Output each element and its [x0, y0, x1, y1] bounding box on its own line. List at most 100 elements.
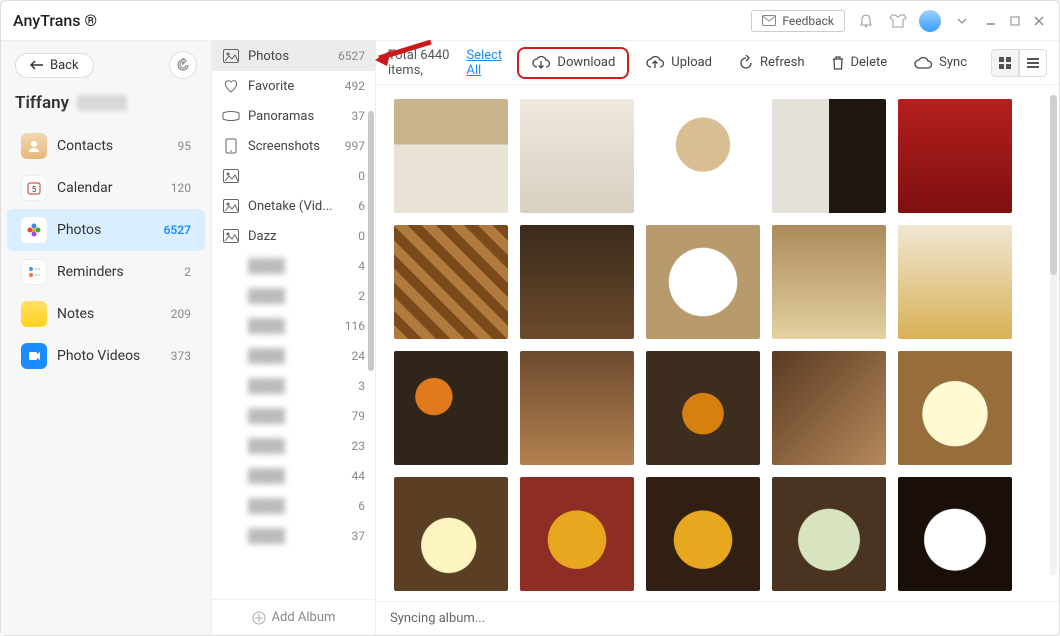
album-item[interactable]: ████6	[212, 491, 375, 521]
plus-circle-icon	[252, 611, 266, 625]
account-name: Tiffany	[15, 93, 69, 113]
back-button[interactable]: Back	[15, 53, 94, 78]
album-count: 116	[345, 319, 365, 333]
download-button[interactable]: Download	[517, 47, 629, 79]
album-name: ████	[248, 288, 350, 304]
photo-thumbnail[interactable]	[646, 477, 760, 591]
titlebar-right: Feedback	[751, 10, 1047, 32]
maximize-button[interactable]	[1007, 13, 1023, 29]
photo-thumbnail[interactable]	[646, 351, 760, 465]
album-item[interactable]: Favorite492	[212, 71, 375, 101]
album-item[interactable]: Dazz0	[212, 221, 375, 251]
toolbar: Total 6440 items, Select All Download Up…	[376, 41, 1059, 85]
grid-view-button[interactable]	[991, 49, 1019, 77]
photo-thumbnail[interactable]	[898, 351, 1012, 465]
album-count: 37	[352, 109, 366, 123]
cloud-upload-icon	[645, 55, 665, 71]
photo-thumbnail[interactable]	[394, 351, 508, 465]
skin-icon[interactable]	[887, 10, 909, 32]
photo-thumbnail[interactable]	[646, 225, 760, 339]
album-item[interactable]: ████79	[212, 401, 375, 431]
app-window: AnyTrans ® Feedback	[0, 0, 1060, 636]
album-name: ████	[248, 498, 350, 514]
album-item[interactable]: Onetake (Vid...6	[212, 191, 375, 221]
sync-label: Sync	[939, 55, 967, 70]
photo-thumbnail[interactable]	[898, 99, 1012, 213]
album-item[interactable]: Photos6527	[212, 41, 375, 71]
photo-thumbnail[interactable]	[646, 99, 760, 213]
minimize-button[interactable]	[983, 13, 999, 29]
album-item[interactable]: ████4	[212, 251, 375, 281]
album-item[interactable]: Panoramas37	[212, 101, 375, 131]
photos-icon	[21, 217, 47, 243]
trash-icon	[831, 55, 845, 71]
photo-thumbnail[interactable]	[772, 351, 886, 465]
category-contacts[interactable]: Contacts 95	[7, 125, 205, 167]
photo-thumbnail[interactable]	[520, 225, 634, 339]
album-count: 23	[352, 439, 366, 453]
image-icon	[222, 47, 240, 65]
category-photo-videos[interactable]: Photo Videos 373	[7, 335, 205, 377]
notes-icon	[21, 301, 47, 327]
photo-thumbnail[interactable]	[520, 351, 634, 465]
grid-scrollbar[interactable]	[1050, 95, 1057, 575]
album-name: ████	[248, 468, 344, 484]
album-name: ████	[248, 408, 344, 424]
photo-thumbnail[interactable]	[772, 99, 886, 213]
album-item[interactable]: ████116	[212, 311, 375, 341]
category-label: Photos	[57, 222, 101, 238]
album-item[interactable]: Screenshots997	[212, 131, 375, 161]
feedback-button[interactable]: Feedback	[751, 10, 845, 32]
album-item[interactable]: ████44	[212, 461, 375, 491]
add-album-label: Add Album	[272, 610, 336, 625]
album-count: 0	[358, 229, 365, 243]
select-all-link[interactable]: Select All	[466, 48, 505, 78]
refresh-circle-button[interactable]	[169, 51, 197, 79]
album-item[interactable]: ████3	[212, 371, 375, 401]
album-count: 997	[345, 139, 365, 153]
photo-thumbnail[interactable]	[772, 225, 886, 339]
delete-label: Delete	[851, 55, 888, 70]
close-button[interactable]	[1031, 13, 1047, 29]
photo-grid-wrap[interactable]	[376, 85, 1059, 601]
cloud-sync-icon	[913, 56, 933, 70]
category-photos[interactable]: Photos 6527	[7, 209, 205, 251]
album-count: 2	[358, 289, 365, 303]
album-name: ████	[248, 348, 344, 364]
reminders-icon	[21, 259, 47, 285]
user-avatar[interactable]	[919, 10, 941, 32]
album-item[interactable]: ████24	[212, 341, 375, 371]
album-item[interactable]: 0	[212, 161, 375, 191]
photo-thumbnail[interactable]	[898, 225, 1012, 339]
total-items-text: Total 6440 items,	[388, 48, 460, 78]
delete-button[interactable]: Delete	[821, 51, 898, 75]
photo-thumbnail[interactable]	[520, 99, 634, 213]
notification-icon[interactable]	[855, 10, 877, 32]
album-scrollbar[interactable]	[368, 111, 374, 371]
album-item[interactable]: ████ 2	[212, 281, 375, 311]
photo-thumbnail[interactable]	[394, 99, 508, 213]
status-bar: Syncing album...	[376, 601, 1059, 635]
album-item[interactable]: ████23	[212, 431, 375, 461]
add-album-button[interactable]: Add Album	[212, 599, 375, 635]
photo-thumbnail[interactable]	[394, 477, 508, 591]
album-item[interactable]: ████37	[212, 521, 375, 551]
photo-thumbnail[interactable]	[520, 477, 634, 591]
category-reminders[interactable]: Reminders 2	[7, 251, 205, 293]
upload-button[interactable]: Upload	[635, 51, 722, 75]
refresh-button[interactable]: Refresh	[728, 51, 814, 75]
envelope-icon	[762, 15, 776, 26]
photo-videos-icon	[21, 343, 47, 369]
photo-thumbnail[interactable]	[394, 225, 508, 339]
photo-thumbnail[interactable]	[772, 477, 886, 591]
category-notes[interactable]: Notes 209	[7, 293, 205, 335]
dropdown-icon[interactable]	[951, 10, 973, 32]
sync-button[interactable]: Sync	[903, 51, 977, 74]
category-calendar[interactable]: 5 Calendar 120	[7, 167, 205, 209]
photo-thumbnail[interactable]	[898, 477, 1012, 591]
album-list[interactable]: Photos6527Favorite492Panoramas37Screensh…	[212, 41, 375, 599]
album-name: ████	[248, 258, 350, 274]
list-view-button[interactable]	[1019, 49, 1047, 77]
back-label: Back	[50, 58, 79, 73]
arrow-left-icon	[30, 60, 44, 70]
